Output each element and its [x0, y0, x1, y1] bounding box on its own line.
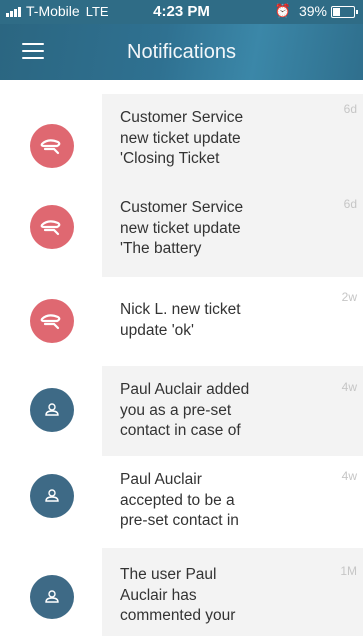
- notification-text: Nick L. new ticket update 'ok': [120, 300, 295, 341]
- notification-line: The user Paul: [120, 566, 217, 583]
- notification-line: accepted to be a: [120, 491, 235, 509]
- notification-line: update 'ok': [120, 321, 195, 339]
- notification-item[interactable]: Paul Auclair added you as a pre-set cont…: [0, 366, 363, 456]
- notification-line: Nick L. new ticket: [120, 301, 241, 318]
- notification-item[interactable]: Customer Service new ticket update 'Clos…: [0, 94, 363, 188]
- notification-line: pre-set contact in: [120, 512, 239, 529]
- notification-text: Customer Service new ticket update 'The …: [120, 198, 295, 260]
- notification-text: The user Paul Auclair has commented your: [120, 565, 295, 627]
- notification-line: new ticket update: [120, 129, 241, 147]
- notification-time: 6d: [343, 102, 357, 116]
- notification-line: 'Closing Ticket: [120, 150, 220, 167]
- notification-time: 2w: [341, 290, 357, 304]
- status-right: ⏰ 39%: [274, 3, 358, 19]
- alarm-clock-icon: ⏰: [274, 3, 291, 18]
- brand-logo-icon: [30, 299, 74, 343]
- notification-line: Customer Service: [120, 199, 244, 216]
- notification-time: 4w: [341, 469, 357, 483]
- user-icon: [30, 388, 74, 432]
- notification-line: Customer Service: [120, 109, 244, 126]
- notification-item[interactable]: Customer Service new ticket update 'The …: [0, 183, 363, 277]
- brand-logo-icon: [30, 124, 74, 168]
- battery-icon: [331, 5, 358, 18]
- nav-bar: Notifications: [0, 24, 363, 80]
- user-icon: [30, 575, 74, 619]
- notification-line: you as a pre-set: [120, 401, 232, 419]
- notification-line: contact in case of: [120, 422, 241, 439]
- notification-text: Paul Auclair added you as a pre-set cont…: [120, 380, 295, 442]
- notification-time: 4w: [341, 380, 357, 394]
- notification-line: new ticket update: [120, 219, 241, 237]
- user-icon: [30, 474, 74, 518]
- notification-item[interactable]: Nick L. new ticket update 'ok' 2w: [0, 283, 363, 363]
- notification-text: Customer Service new ticket update 'Clos…: [120, 108, 295, 170]
- notification-line: commented your: [120, 607, 236, 624]
- notification-time: 1M: [340, 564, 357, 578]
- notification-time: 6d: [343, 197, 357, 211]
- notification-line: Paul Auclair: [120, 471, 202, 488]
- battery-percent: 39%: [298, 3, 327, 19]
- status-bar: T-Mobile LTE 4:23 PM ⏰ 39%: [0, 0, 363, 24]
- notification-line: Paul Auclair added: [120, 381, 250, 398]
- notification-line: 'The battery: [120, 240, 202, 257]
- notification-item[interactable]: Paul Auclair accepted to be a pre-set co…: [0, 456, 363, 548]
- notification-line: Auclair has: [120, 586, 197, 604]
- notification-item[interactable]: The user Paul Auclair has commented your…: [0, 548, 363, 636]
- brand-logo-icon: [30, 205, 74, 249]
- page-title: Notifications: [127, 41, 236, 63]
- notification-text: Paul Auclair accepted to be a pre-set co…: [120, 470, 295, 532]
